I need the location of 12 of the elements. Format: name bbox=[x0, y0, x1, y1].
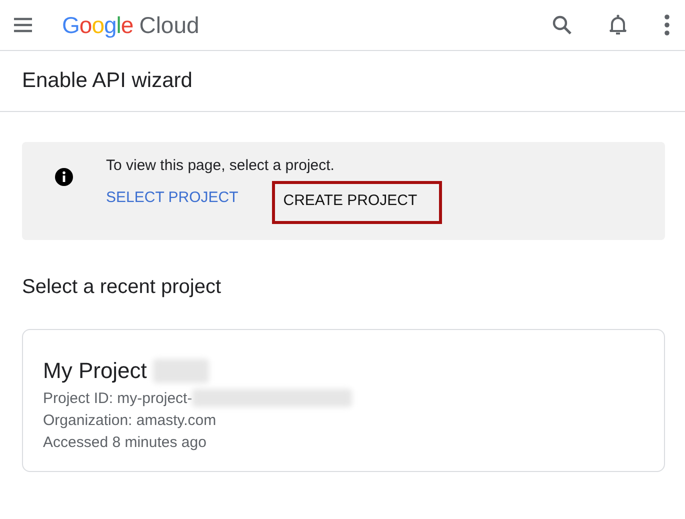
select-project-link[interactable]: SELECT PROJECT bbox=[104, 183, 240, 215]
page-title: Enable API wizard bbox=[22, 69, 192, 93]
project-id: Project ID: my-project- bbox=[43, 390, 192, 406]
organization-text: Organization: amasty.com bbox=[43, 412, 216, 429]
logo[interactable]: Google Cloud bbox=[62, 12, 200, 38]
accessed-time: Accessed 8 minutes ago bbox=[43, 434, 206, 451]
project-card[interactable]: My Project Project ID: my-project- Organization: amasty.com Accessed 8 minutes ago bbox=[22, 329, 665, 472]
project-name: My Project bbox=[43, 358, 147, 384]
create-project-button[interactable]: CREATE PROJECT bbox=[272, 181, 442, 224]
section-heading: Select a recent project bbox=[22, 276, 222, 299]
info-icon bbox=[54, 167, 74, 187]
notice-message: To view this page, select a project. bbox=[106, 157, 336, 174]
